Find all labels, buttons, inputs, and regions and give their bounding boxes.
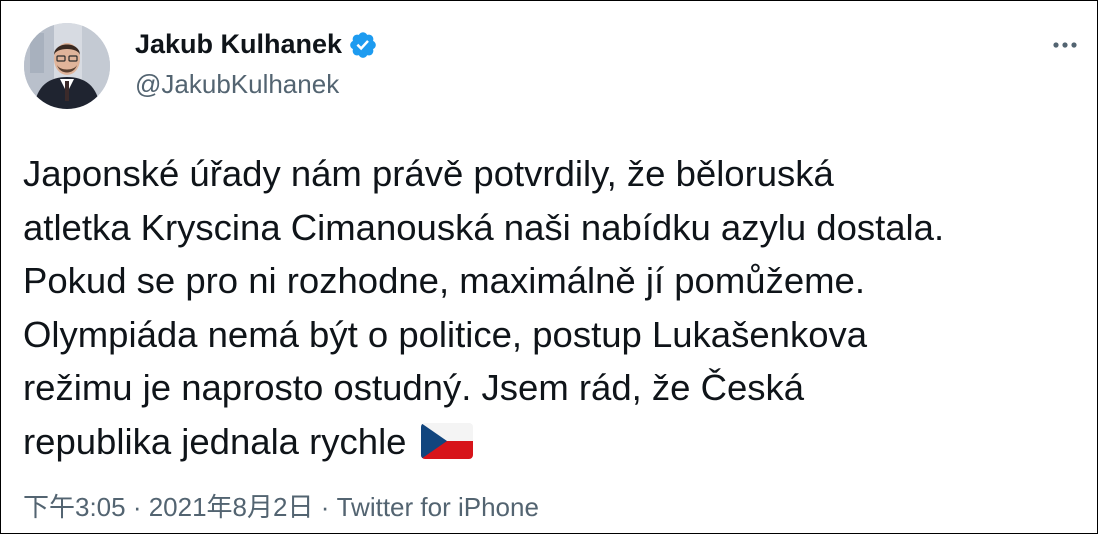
tweet-line: Olympiáda nemá být o politice, postup Lu… [23,313,868,355]
meta-separator: · [125,492,149,522]
czech-flag-icon [420,422,473,459]
tweet-line-text: republika jednala rychle [23,420,407,462]
tweet-text: Japonské úřady nám právě potvrdily, že b… [23,147,1089,468]
avatar[interactable] [24,23,110,109]
avatar-photo [24,23,110,109]
author-handle[interactable]: @JakubKulhanek [135,69,339,100]
tweet-line: režimu je naprosto ostudný. Jsem rád, že… [23,367,805,408]
tweet-card: Jakub Kulhanek @JakubKulhanek Japonské ú… [0,0,1098,534]
tweet-line: atletka Kryscina Cimanouská naši nabídku… [23,206,945,248]
meta-separator: · [313,492,337,522]
more-options-icon[interactable] [1047,33,1083,57]
tweet-line: Japonské úřady nám právě potvrdily, že b… [23,153,834,194]
tweet-date[interactable]: 2021年8月2日 [149,492,314,522]
tweet-line-last: republika jednala rychle [23,415,1089,469]
tweet-meta: 下午3:05 · 2021年8月2日 · Twitter for iPhone [23,487,539,524]
author-name[interactable]: Jakub Kulhanek [135,29,378,60]
author-name-text[interactable]: Jakub Kulhanek [135,29,342,60]
tweet-source[interactable]: Twitter for iPhone [337,492,539,522]
verified-badge-icon [350,31,376,58]
tweet-line: Pokud se pro ni rozhodne, maximálně jí p… [23,260,865,301]
tweet-time[interactable]: 下午3:05 [23,492,126,522]
